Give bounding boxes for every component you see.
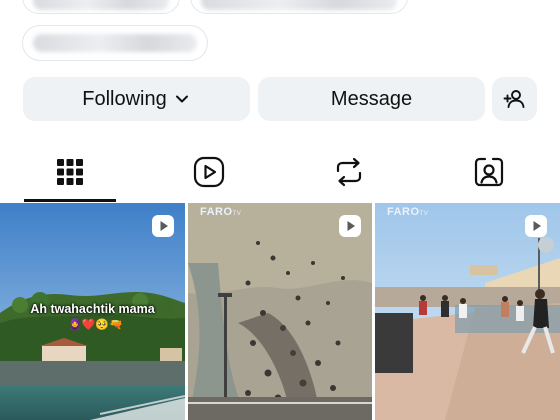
- profile-tabs: [0, 142, 560, 202]
- blurred-bio-chip-1[interactable]: [22, 0, 180, 14]
- tagged-person-icon: [474, 157, 504, 187]
- post-caption: Ah twahachtik mama: [30, 302, 155, 316]
- reel-indicator-icon: [525, 215, 547, 237]
- message-button[interactable]: Message: [258, 77, 485, 121]
- post-caption-emojis: 🧕❤️🥺🔫: [68, 319, 123, 331]
- post-tile-2[interactable]: FAROTV: [188, 203, 372, 420]
- tab-posts-grid[interactable]: [24, 142, 116, 202]
- post-tile-1[interactable]: Ah twahachtik mama 🧕❤️🥺🔫: [0, 203, 185, 420]
- add-person-icon: [503, 90, 524, 108]
- posts-grid: Ah twahachtik mama 🧕❤️🥺🔫 FAROTV FAROTV: [0, 203, 560, 420]
- reel-indicator-icon: [152, 215, 174, 237]
- repost-icon: [336, 157, 362, 187]
- reels-icon: [193, 156, 225, 188]
- tab-reels[interactable]: [163, 142, 255, 202]
- following-label: Following: [82, 87, 167, 110]
- tab-reposts[interactable]: [303, 142, 395, 202]
- blurred-bio-chip-3[interactable]: [22, 25, 208, 61]
- grid-icon: [57, 159, 83, 185]
- blurred-bio-chip-2[interactable]: [190, 0, 408, 14]
- watermark-logo: FAROTV: [200, 206, 241, 218]
- post-tile-3[interactable]: FAROTV: [375, 203, 560, 420]
- chevron-down-icon: [175, 95, 188, 103]
- watermark-logo: FAROTV: [387, 206, 428, 218]
- add-friend-button[interactable]: [492, 77, 537, 121]
- watermark-text: FARO: [387, 206, 420, 218]
- watermark-suffix: TV: [232, 211, 242, 217]
- following-button[interactable]: Following: [23, 77, 250, 121]
- watermark-suffix: TV: [419, 211, 429, 217]
- message-label: Message: [330, 87, 413, 110]
- reel-indicator-icon: [339, 215, 361, 237]
- watermark-text: FARO: [200, 206, 233, 218]
- tab-tagged[interactable]: [443, 142, 535, 202]
